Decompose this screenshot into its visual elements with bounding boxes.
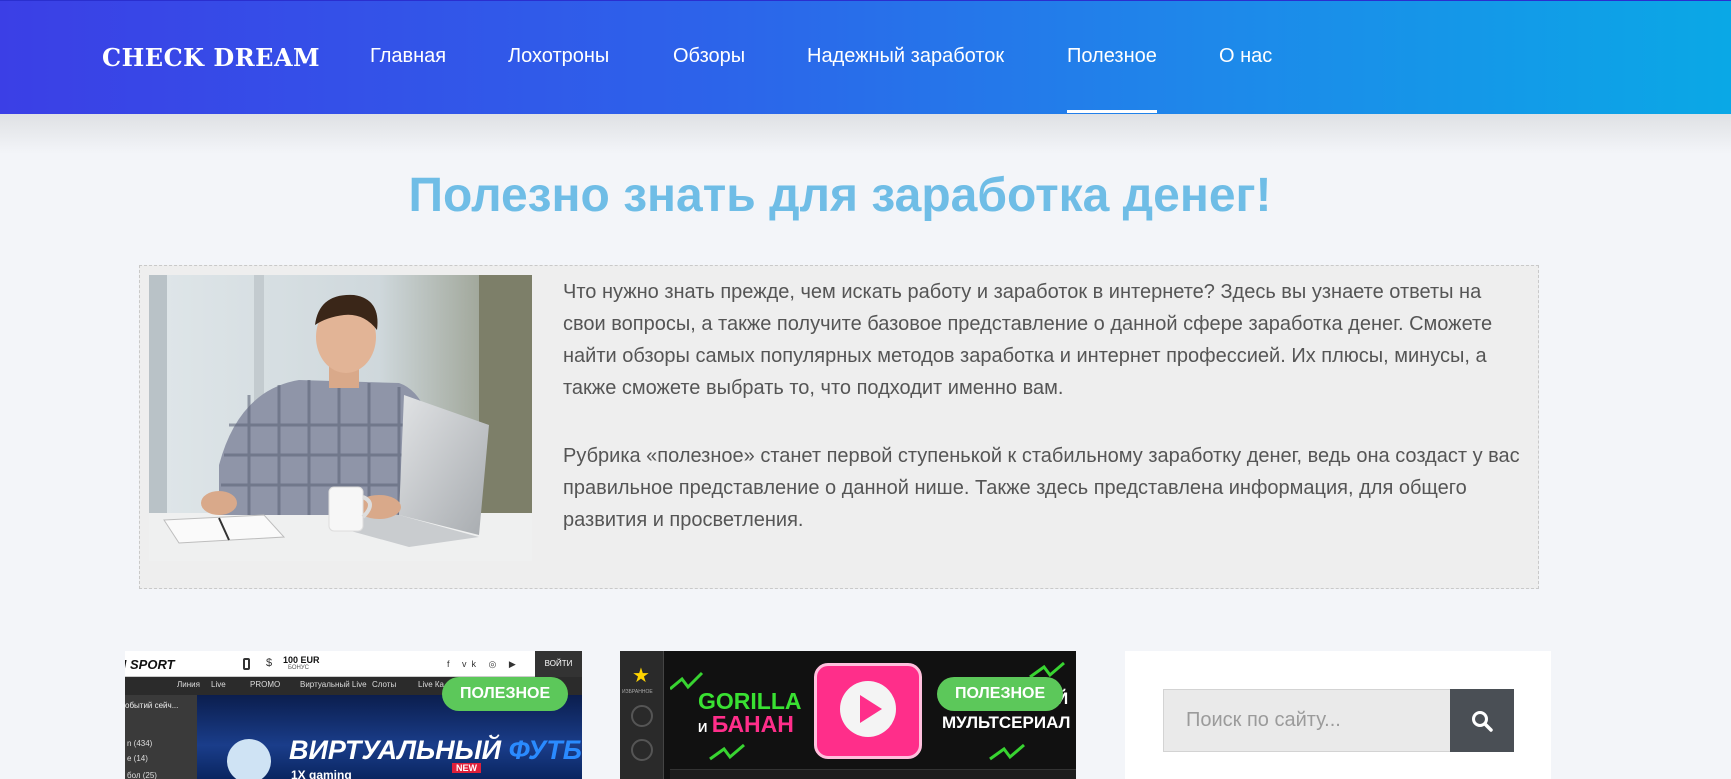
thumb-side-icon — [631, 739, 653, 761]
nav-item-reliable-earnings[interactable]: Надежный заработок — [807, 45, 1004, 68]
category-badge[interactable]: ПОЛЕЗНОЕ — [937, 677, 1064, 711]
site-header: CHECK DREAM Главная Лохотроны Обзоры Над… — [0, 0, 1731, 114]
search-button[interactable] — [1450, 689, 1514, 752]
intro-paragraph-2: Рубрика «полезное» станет первой ступень… — [563, 445, 1520, 531]
intro-text: Что нужно знать прежде, чем искать работ… — [563, 276, 1523, 536]
thumb-login-button: ВОЙТИ — [535, 651, 582, 677]
man-with-laptop-image — [149, 275, 532, 561]
post-card[interactable]: ★ ИЗБРАННОЕ GORILLA И БАНАН Й МУЛЬТСЕРИА… — [620, 651, 1076, 779]
thumb-side-icon — [631, 705, 653, 727]
nav-item-scams[interactable]: Лохотроны — [508, 45, 609, 68]
thumb-series-text: МУЛЬТСЕРИАЛ — [942, 713, 1071, 732]
thumb-brand: N SPORT — [125, 657, 175, 672]
thumb-banner-title: ВИРТУАЛЬНЫЙ ФУТБО — [289, 735, 582, 765]
category-intro: Что нужно знать прежде, чем искать работ… — [139, 265, 1539, 589]
intro-paragraph-1: Что нужно знать прежде, чем искать работ… — [563, 281, 1493, 399]
thumb-ball — [227, 739, 271, 779]
post-card[interactable]: N SPORT $ 100 EUR БОНУС f vk ◎ ▶ ВОЙТИ Л… — [125, 651, 582, 779]
header-shadow — [0, 114, 1731, 154]
play-triangle — [860, 695, 882, 723]
thumb-side-label: ИЗБРАННОЕ — [622, 689, 653, 695]
thumb-and-text: И БАНАН — [698, 711, 794, 737]
thumb-social-icons: f vk ◎ ▶ — [447, 659, 521, 669]
search-input[interactable] — [1163, 689, 1451, 752]
thumb-side-item: бол (25) — [127, 771, 157, 779]
thumb-side-item: n (434) — [127, 739, 153, 748]
post-thumbnail[interactable]: N SPORT $ 100 EUR БОНУС f vk ◎ ▶ ВОЙТИ Л… — [125, 651, 582, 779]
sidebar-search-widget — [1125, 651, 1551, 779]
star-icon: ★ — [632, 665, 650, 687]
post-thumbnail[interactable]: ★ ИЗБРАННОЕ GORILLA И БАНАН Й МУЛЬТСЕРИА… — [620, 651, 1076, 779]
category-badge[interactable]: ПОЛЕЗНОЕ — [442, 677, 569, 711]
nav-item-useful[interactable]: Полезное — [1067, 45, 1157, 113]
thumb-side-item: e (14) — [127, 754, 148, 763]
page-title: Полезно знать для заработка денег! — [408, 169, 1272, 222]
site-logo[interactable]: CHECK DREAM — [102, 43, 320, 72]
nav-item-about[interactable]: О нас — [1219, 45, 1272, 68]
thumb-bonus-amount: 100 EUR — [283, 655, 320, 665]
thumb-bonus-label: БОНУС — [288, 665, 310, 671]
nav-item-home[interactable]: Главная — [370, 45, 446, 68]
thumb-phone-icon — [243, 658, 250, 670]
thumb-side-title: обытий сейч... — [125, 701, 179, 710]
thumb-provider: 1Х gaming — [291, 768, 352, 779]
thumb-new-badge: NEW — [452, 763, 481, 773]
search-icon — [1472, 710, 1493, 732]
thumb-dollar-icon: $ — [266, 657, 273, 669]
nav-item-reviews[interactable]: Обзоры — [673, 45, 745, 68]
